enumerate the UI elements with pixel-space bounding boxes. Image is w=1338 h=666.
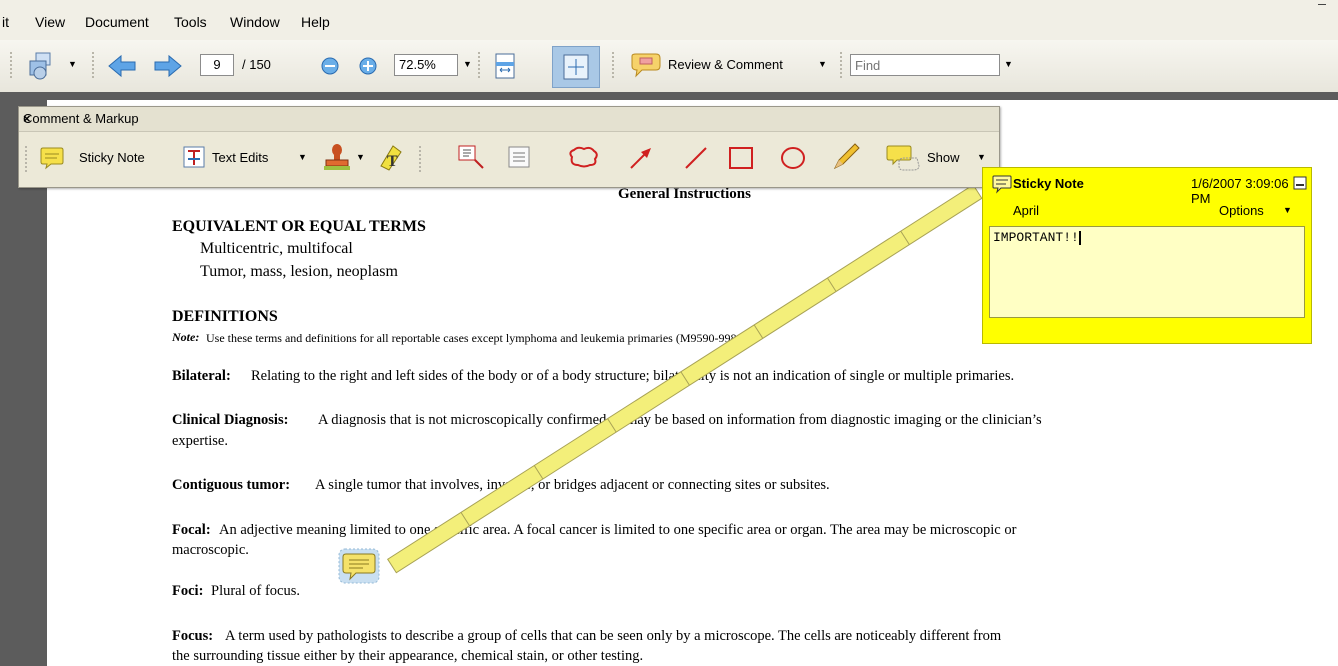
sticky-note-icon[interactable]: [39, 146, 65, 170]
sticky-note-options[interactable]: Options: [1219, 203, 1264, 218]
sticky-note-popup[interactable]: Sticky Note 1/6/2007 3:09:06 PM April Op…: [982, 167, 1312, 344]
sticky-note-author: April: [1013, 203, 1040, 218]
close-icon[interactable]: ×: [23, 111, 993, 126]
comment-markup-tools: Sticky Note Text Edits ▼ ▼ T Show ▼: [19, 132, 999, 186]
rectangle-tool-icon[interactable]: [727, 144, 755, 172]
sticky-note-header[interactable]: Sticky Note 1/6/2007 3:09:06 PM April Op…: [983, 168, 1311, 226]
show-comments-icon[interactable]: [885, 144, 921, 174]
stamp-icon[interactable]: [322, 142, 352, 172]
text-edits-tool[interactable]: Text Edits: [212, 150, 268, 165]
cloud-tool-icon[interactable]: [566, 146, 600, 168]
sticky-note-tool[interactable]: Sticky Note: [79, 150, 145, 165]
options-dropdown-icon[interactable]: ▼: [1283, 205, 1292, 215]
text-edits-icon[interactable]: [182, 145, 206, 169]
show-dropdown-icon[interactable]: ▼: [977, 152, 986, 162]
sticky-note-text-area[interactable]: IMPORTANT!!: [989, 226, 1305, 318]
stamp-dropdown-icon[interactable]: ▼: [356, 152, 365, 162]
arrow-tool-icon[interactable]: [627, 144, 655, 172]
sticky-note-header-icon: [992, 175, 1012, 194]
highlight-text-icon[interactable]: T: [375, 142, 405, 172]
show-button[interactable]: Show: [927, 150, 960, 165]
sticky-note-marker-icon[interactable]: [338, 548, 380, 584]
line-tool-icon[interactable]: [682, 144, 710, 172]
comment-markup-titlebar[interactable]: Comment & Markup ×: [19, 107, 999, 132]
pencil-tool-icon[interactable]: [831, 142, 861, 172]
svg-text:T: T: [387, 153, 398, 170]
text-edits-dropdown-icon[interactable]: ▼: [298, 152, 307, 162]
sticky-note-body: IMPORTANT!!: [993, 230, 1079, 245]
callout-tool-icon[interactable]: [457, 144, 485, 170]
text-box-tool-icon[interactable]: [507, 145, 531, 169]
comment-markup-toolbar: Comment & Markup × Sticky Note Text Edit…: [18, 106, 1000, 188]
sticky-note-title: Sticky Note: [1013, 176, 1084, 191]
oval-tool-icon[interactable]: [779, 144, 807, 172]
text-cursor: [1078, 230, 1081, 245]
minimize-note-icon[interactable]: [1293, 176, 1307, 190]
